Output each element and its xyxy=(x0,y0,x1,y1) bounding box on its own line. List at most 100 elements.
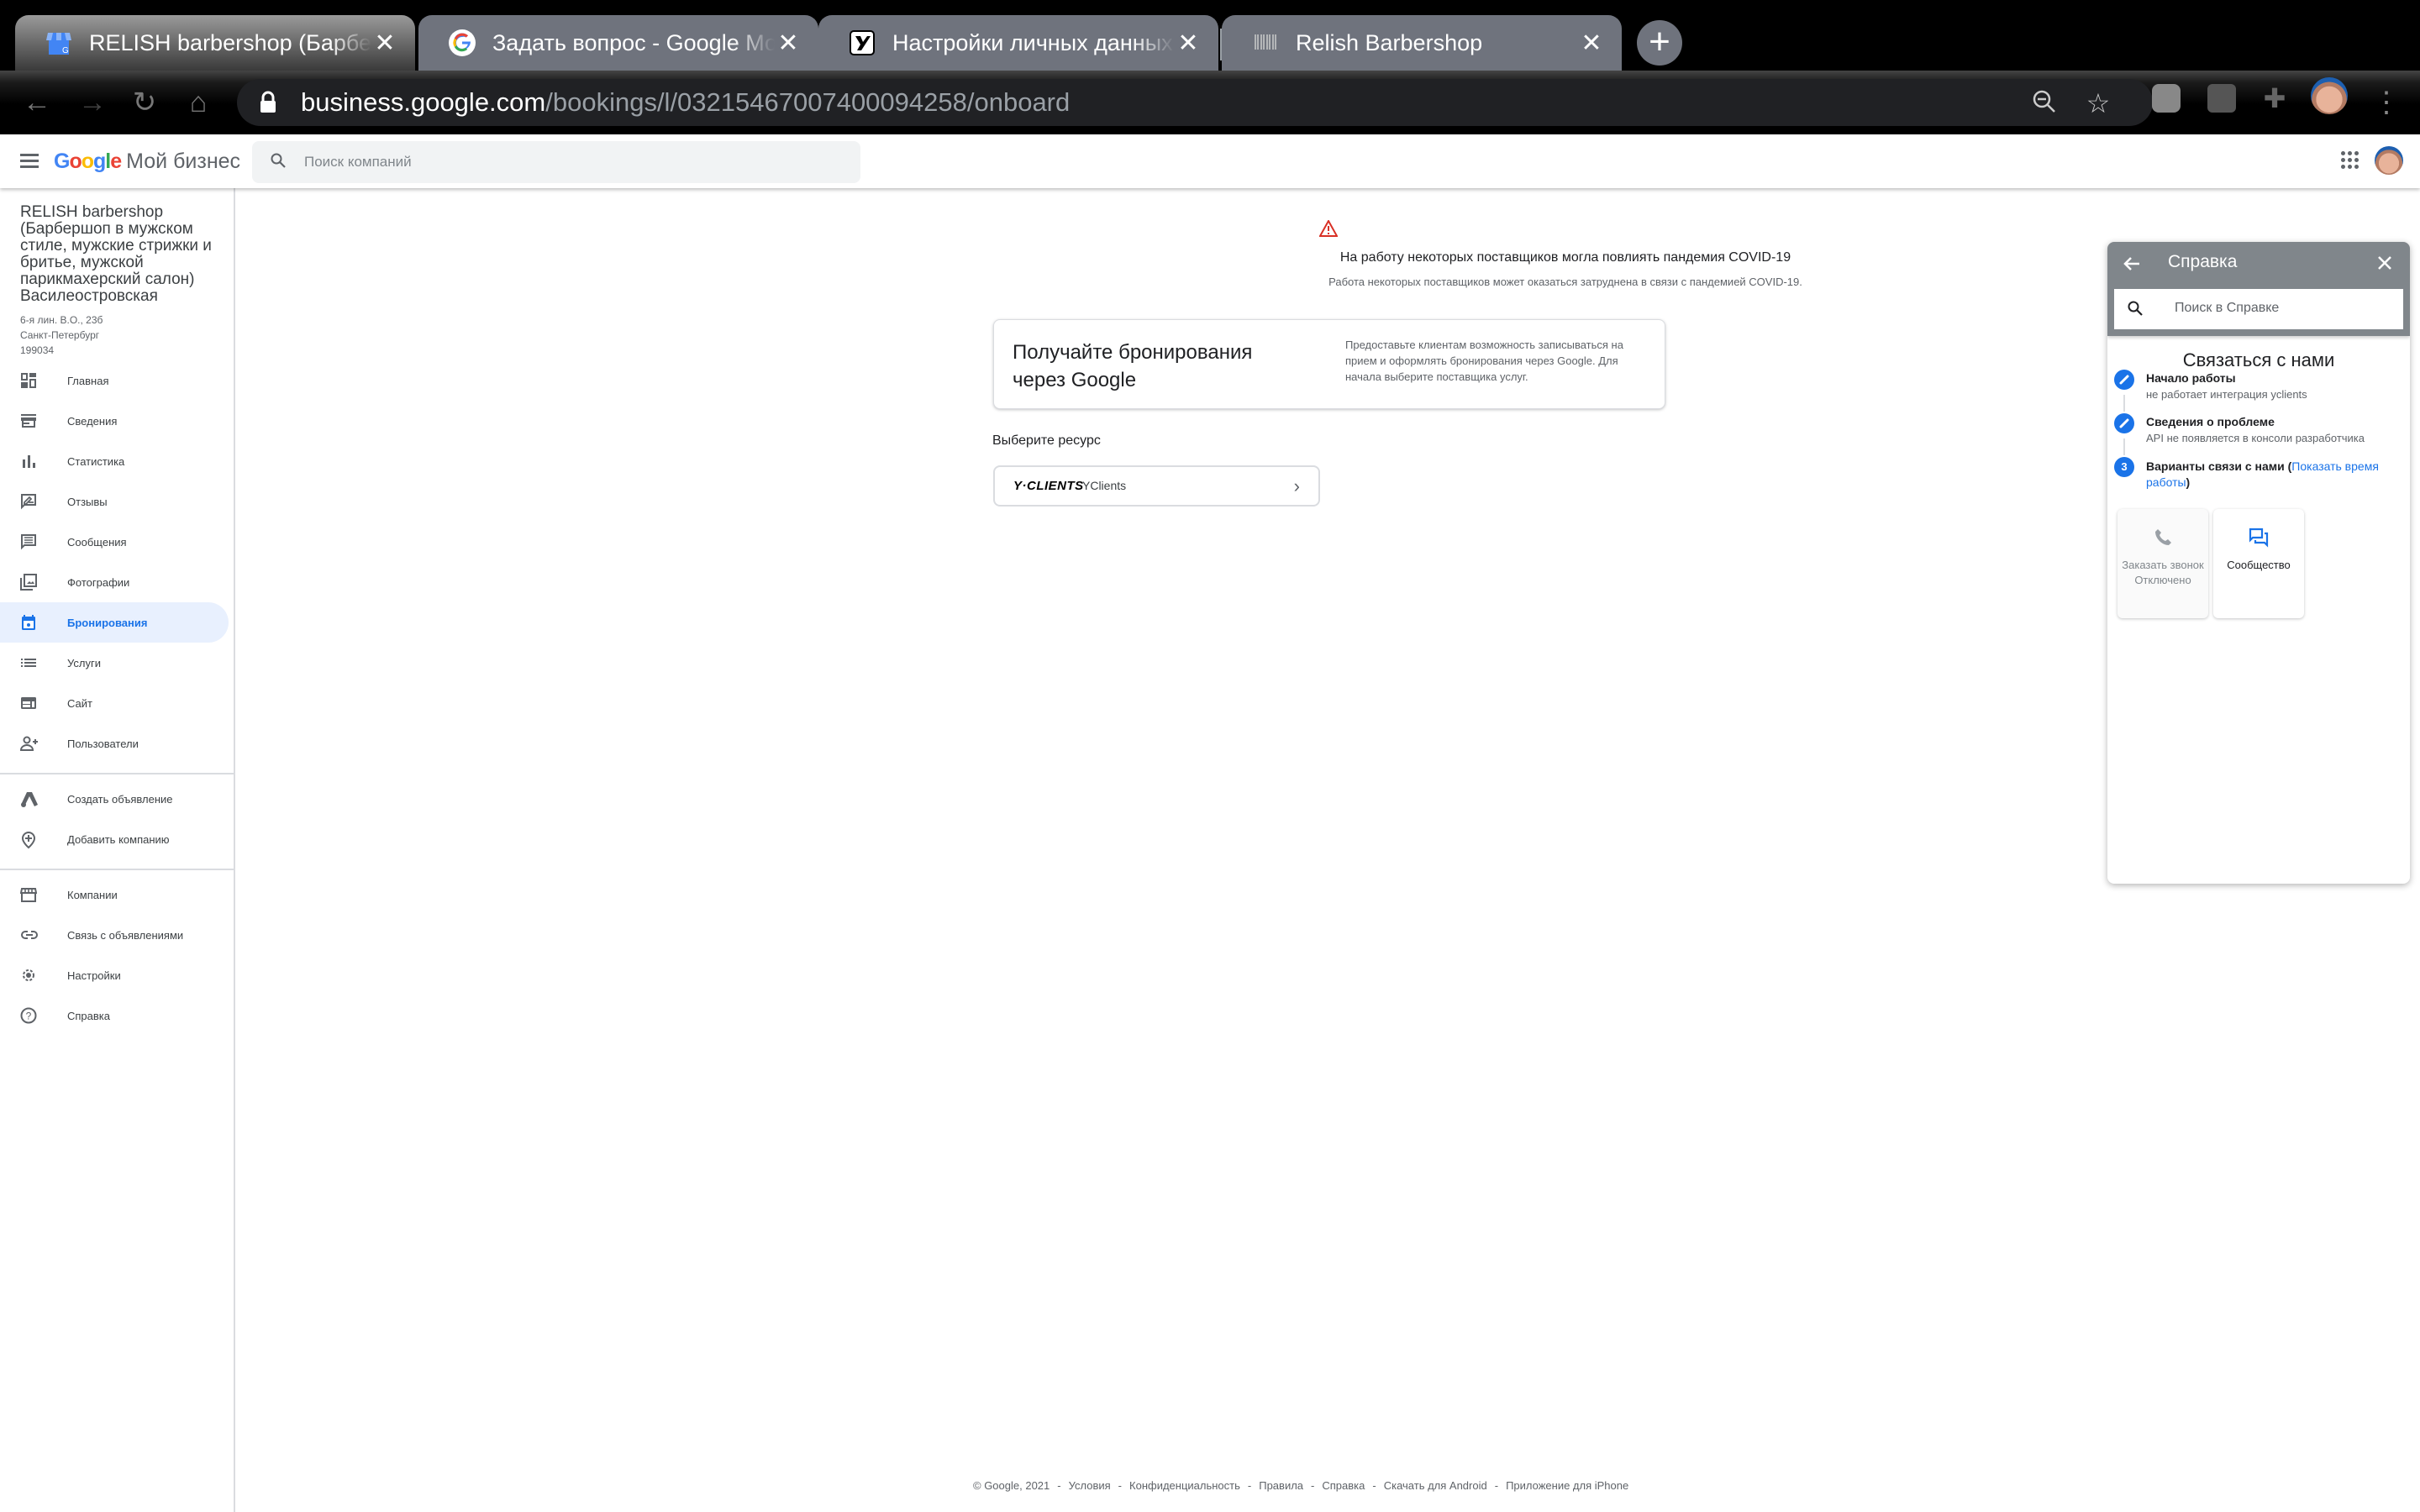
community-option[interactable]: Сообщество xyxy=(2213,509,2304,618)
back-arrow-icon[interactable] xyxy=(2123,254,2146,277)
lock-icon xyxy=(259,91,279,114)
request-call-status: Отключено xyxy=(2134,574,2191,586)
forward-arrow-icon[interactable]: → xyxy=(76,86,109,119)
browser-chrome: G RELISH barbershop (Барбершоп в мужском… xyxy=(0,0,2420,134)
address-street: 6-я лин. В.О., 23б xyxy=(20,314,103,326)
step-subtitle: API не появляется в консоли разработчика xyxy=(2146,432,2365,444)
sidebar-item-stats[interactable]: Статистика xyxy=(0,441,229,481)
footer-separator: - xyxy=(1247,1479,1252,1492)
sidebar-item-settings[interactable]: Настройки xyxy=(0,955,229,995)
company-search[interactable]: Поиск компаний xyxy=(252,141,860,183)
option-label: Заказать звонок Отключено xyxy=(2118,558,2208,588)
sidebar-item-reviews[interactable]: Отзывы xyxy=(0,481,229,522)
search-placeholder: Поиск компаний xyxy=(304,154,412,170)
hamburger-menu-icon[interactable] xyxy=(20,151,39,171)
footer: © Google, 2021- Условия - Конфиденциальност… xyxy=(973,1479,1628,1492)
footer-link-policies[interactable]: Правила xyxy=(1259,1479,1303,1492)
request-call-option: Заказать звонок Отключено xyxy=(2118,509,2208,618)
person-add-icon xyxy=(19,735,39,753)
close-tab-icon[interactable]: ✕ xyxy=(775,29,802,57)
sidebar-item-home[interactable]: Главная xyxy=(0,360,229,401)
dashboard-icon xyxy=(20,372,39,391)
help-header: Справка Поиск в Справке xyxy=(2107,242,2410,336)
sidebar-item-users[interactable]: Пользователи xyxy=(0,723,229,764)
reload-icon[interactable]: ↻ xyxy=(128,86,161,119)
profile-avatar[interactable] xyxy=(2311,77,2348,114)
svg-text:?: ? xyxy=(26,1011,32,1022)
footer-link-terms[interactable]: Условия xyxy=(1069,1479,1111,1492)
google-g-icon xyxy=(449,29,476,56)
close-tab-icon[interactable]: ✕ xyxy=(371,29,398,57)
google-ads-icon xyxy=(20,790,39,809)
tab-ask-question[interactable]: Задать вопрос - Google Мой бизнес ✕ xyxy=(418,15,818,71)
edit-pencil-icon xyxy=(2114,413,2134,433)
sidebar-item-photos[interactable]: Фотографии xyxy=(0,562,229,602)
bookmark-star-icon[interactable]: ☆ xyxy=(2084,89,2112,118)
new-tab-button[interactable]: + xyxy=(1637,20,1682,66)
more-menu-icon[interactable]: ⋮ xyxy=(2370,86,2403,119)
home-icon[interactable]: ⌂ xyxy=(182,86,215,119)
footer-separator: - xyxy=(1118,1479,1123,1492)
close-tab-icon[interactable]: ✕ xyxy=(1578,29,1605,57)
golf-extension-icon[interactable] xyxy=(2207,84,2236,113)
close-tab-icon[interactable]: ✕ xyxy=(1175,29,1202,57)
tab-relish-barbershop[interactable]: Relish Barbershop ✕ xyxy=(1222,15,1622,71)
footer-link-privacy[interactable]: Конфиденциальность xyxy=(1129,1479,1240,1492)
tab-privacy-settings[interactable]: Настройки личных данных ✕ xyxy=(818,15,1218,71)
web-icon xyxy=(20,695,39,713)
zoom-out-icon[interactable] xyxy=(2030,89,2059,118)
sidebar-item-linked-ads[interactable]: Связь с объявлениями xyxy=(0,915,229,955)
sidebar-item-add-company[interactable]: Добавить компанию xyxy=(0,819,229,859)
url-host: business.google.com xyxy=(301,87,546,117)
tab-relish-gmb[interactable]: G RELISH barbershop (Барбершоп в мужском… xyxy=(15,15,415,71)
footer-link-iphone[interactable]: Приложение для iPhone xyxy=(1506,1479,1628,1492)
extensions-puzzle-icon[interactable]: ✚ xyxy=(2260,84,2289,113)
sidebar-item-help[interactable]: ? Справка xyxy=(0,995,229,1036)
nav-label: Настройки xyxy=(67,969,121,982)
nav-label: Сайт xyxy=(67,696,92,710)
step-number-badge: 3 xyxy=(2114,457,2134,477)
sidebar-item-info[interactable]: Сведения xyxy=(0,401,229,441)
close-icon[interactable] xyxy=(2373,252,2396,276)
sidebar-item-website[interactable]: Сайт xyxy=(0,683,229,723)
help-search-placeholder: Поиск в Справке xyxy=(2175,301,2280,315)
relish-logo-icon xyxy=(1252,29,1279,56)
rate-review-icon xyxy=(20,493,39,512)
sidebar-item-services[interactable]: Услуги xyxy=(0,643,229,683)
settings-icon xyxy=(20,967,39,985)
covid-warning-title: На работу некоторых поставщиков могла по… xyxy=(1339,250,1791,265)
tab-strip: G RELISH barbershop (Барбершоп в мужском… xyxy=(0,0,2420,71)
footer-separator: - xyxy=(1494,1479,1499,1492)
yclients-logo: Y·CLIENTS xyxy=(1013,479,1084,493)
google-my-business-logo[interactable]: Google Мой бизнес xyxy=(54,144,240,178)
photo-library-icon xyxy=(20,574,39,592)
google-apps-icon[interactable] xyxy=(2341,151,2360,170)
nav-label: Сведения xyxy=(67,414,118,428)
storefront-icon xyxy=(20,412,39,431)
nav-label: Пользователи xyxy=(67,737,139,750)
footer-link-android[interactable]: Скачать для Android xyxy=(1384,1479,1487,1492)
sidebar: RELISH barbershop (Барбершоп в мужском с… xyxy=(0,188,235,1512)
tertiary-nav: Компании Связь с объявлениями Настройки … xyxy=(0,874,229,1036)
account-avatar[interactable] xyxy=(2375,146,2403,175)
tab-title: Relish Barbershop xyxy=(1296,29,1483,55)
resource-yclients[interactable]: Y·CLIENTS YClients › xyxy=(993,465,1320,507)
sidebar-item-bookings[interactable]: Бронирования xyxy=(0,602,229,643)
sidebar-item-create-ad[interactable]: Создать объявление xyxy=(0,779,229,819)
back-arrow-icon[interactable]: ← xyxy=(20,86,54,119)
store-icon xyxy=(19,886,39,905)
nav-label: Отзывы xyxy=(67,495,108,508)
browser-toolbar: ← → ↻ ⌂ business.google.com/bookings/l/0… xyxy=(0,71,2420,134)
footer-link-help[interactable]: Справка xyxy=(1322,1479,1365,1492)
sidebar-divider xyxy=(0,773,235,774)
forum-icon xyxy=(2248,528,2270,549)
address-bar[interactable]: business.google.com/bookings/l/032154670… xyxy=(237,79,2153,126)
step-connector xyxy=(2123,395,2125,412)
camera-extension-icon[interactable] xyxy=(2152,84,2181,113)
contact-us-title: Связаться с нами xyxy=(2182,349,2335,370)
sidebar-item-messages[interactable]: Сообщения xyxy=(0,522,229,562)
help-search-input[interactable]: Поиск в Справке xyxy=(2114,289,2403,329)
phone-icon xyxy=(2152,528,2174,549)
url-path: /bookings/l/03215467007400094258/onboard xyxy=(545,87,1071,117)
sidebar-item-companies[interactable]: Компании xyxy=(0,874,229,915)
